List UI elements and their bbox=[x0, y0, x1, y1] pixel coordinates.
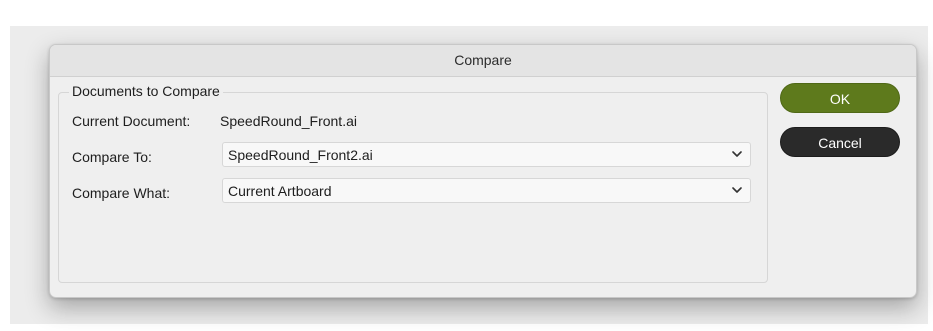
current-document-label: Current Document: bbox=[72, 113, 191, 129]
compare-dialog: Compare Documents to Compare Current Doc… bbox=[49, 44, 917, 298]
compare-to-selected-value: SpeedRound_Front2.ai bbox=[228, 147, 373, 163]
dialog-title: Compare bbox=[50, 45, 916, 77]
cancel-button[interactable]: Cancel bbox=[780, 127, 900, 157]
compare-what-label: Compare What: bbox=[72, 185, 171, 201]
compare-to-label: Compare To: bbox=[72, 149, 152, 165]
ok-button[interactable]: OK bbox=[780, 83, 900, 113]
current-document-value: SpeedRound_Front.ai bbox=[220, 113, 357, 129]
chevron-down-icon bbox=[732, 151, 742, 157]
chevron-down-icon bbox=[732, 187, 742, 193]
compare-what-select[interactable]: Current Artboard bbox=[222, 178, 751, 203]
compare-what-selected-value: Current Artboard bbox=[228, 183, 332, 199]
documents-group-title: Documents to Compare bbox=[69, 82, 223, 100]
compare-to-select[interactable]: SpeedRound_Front2.ai bbox=[222, 142, 751, 167]
